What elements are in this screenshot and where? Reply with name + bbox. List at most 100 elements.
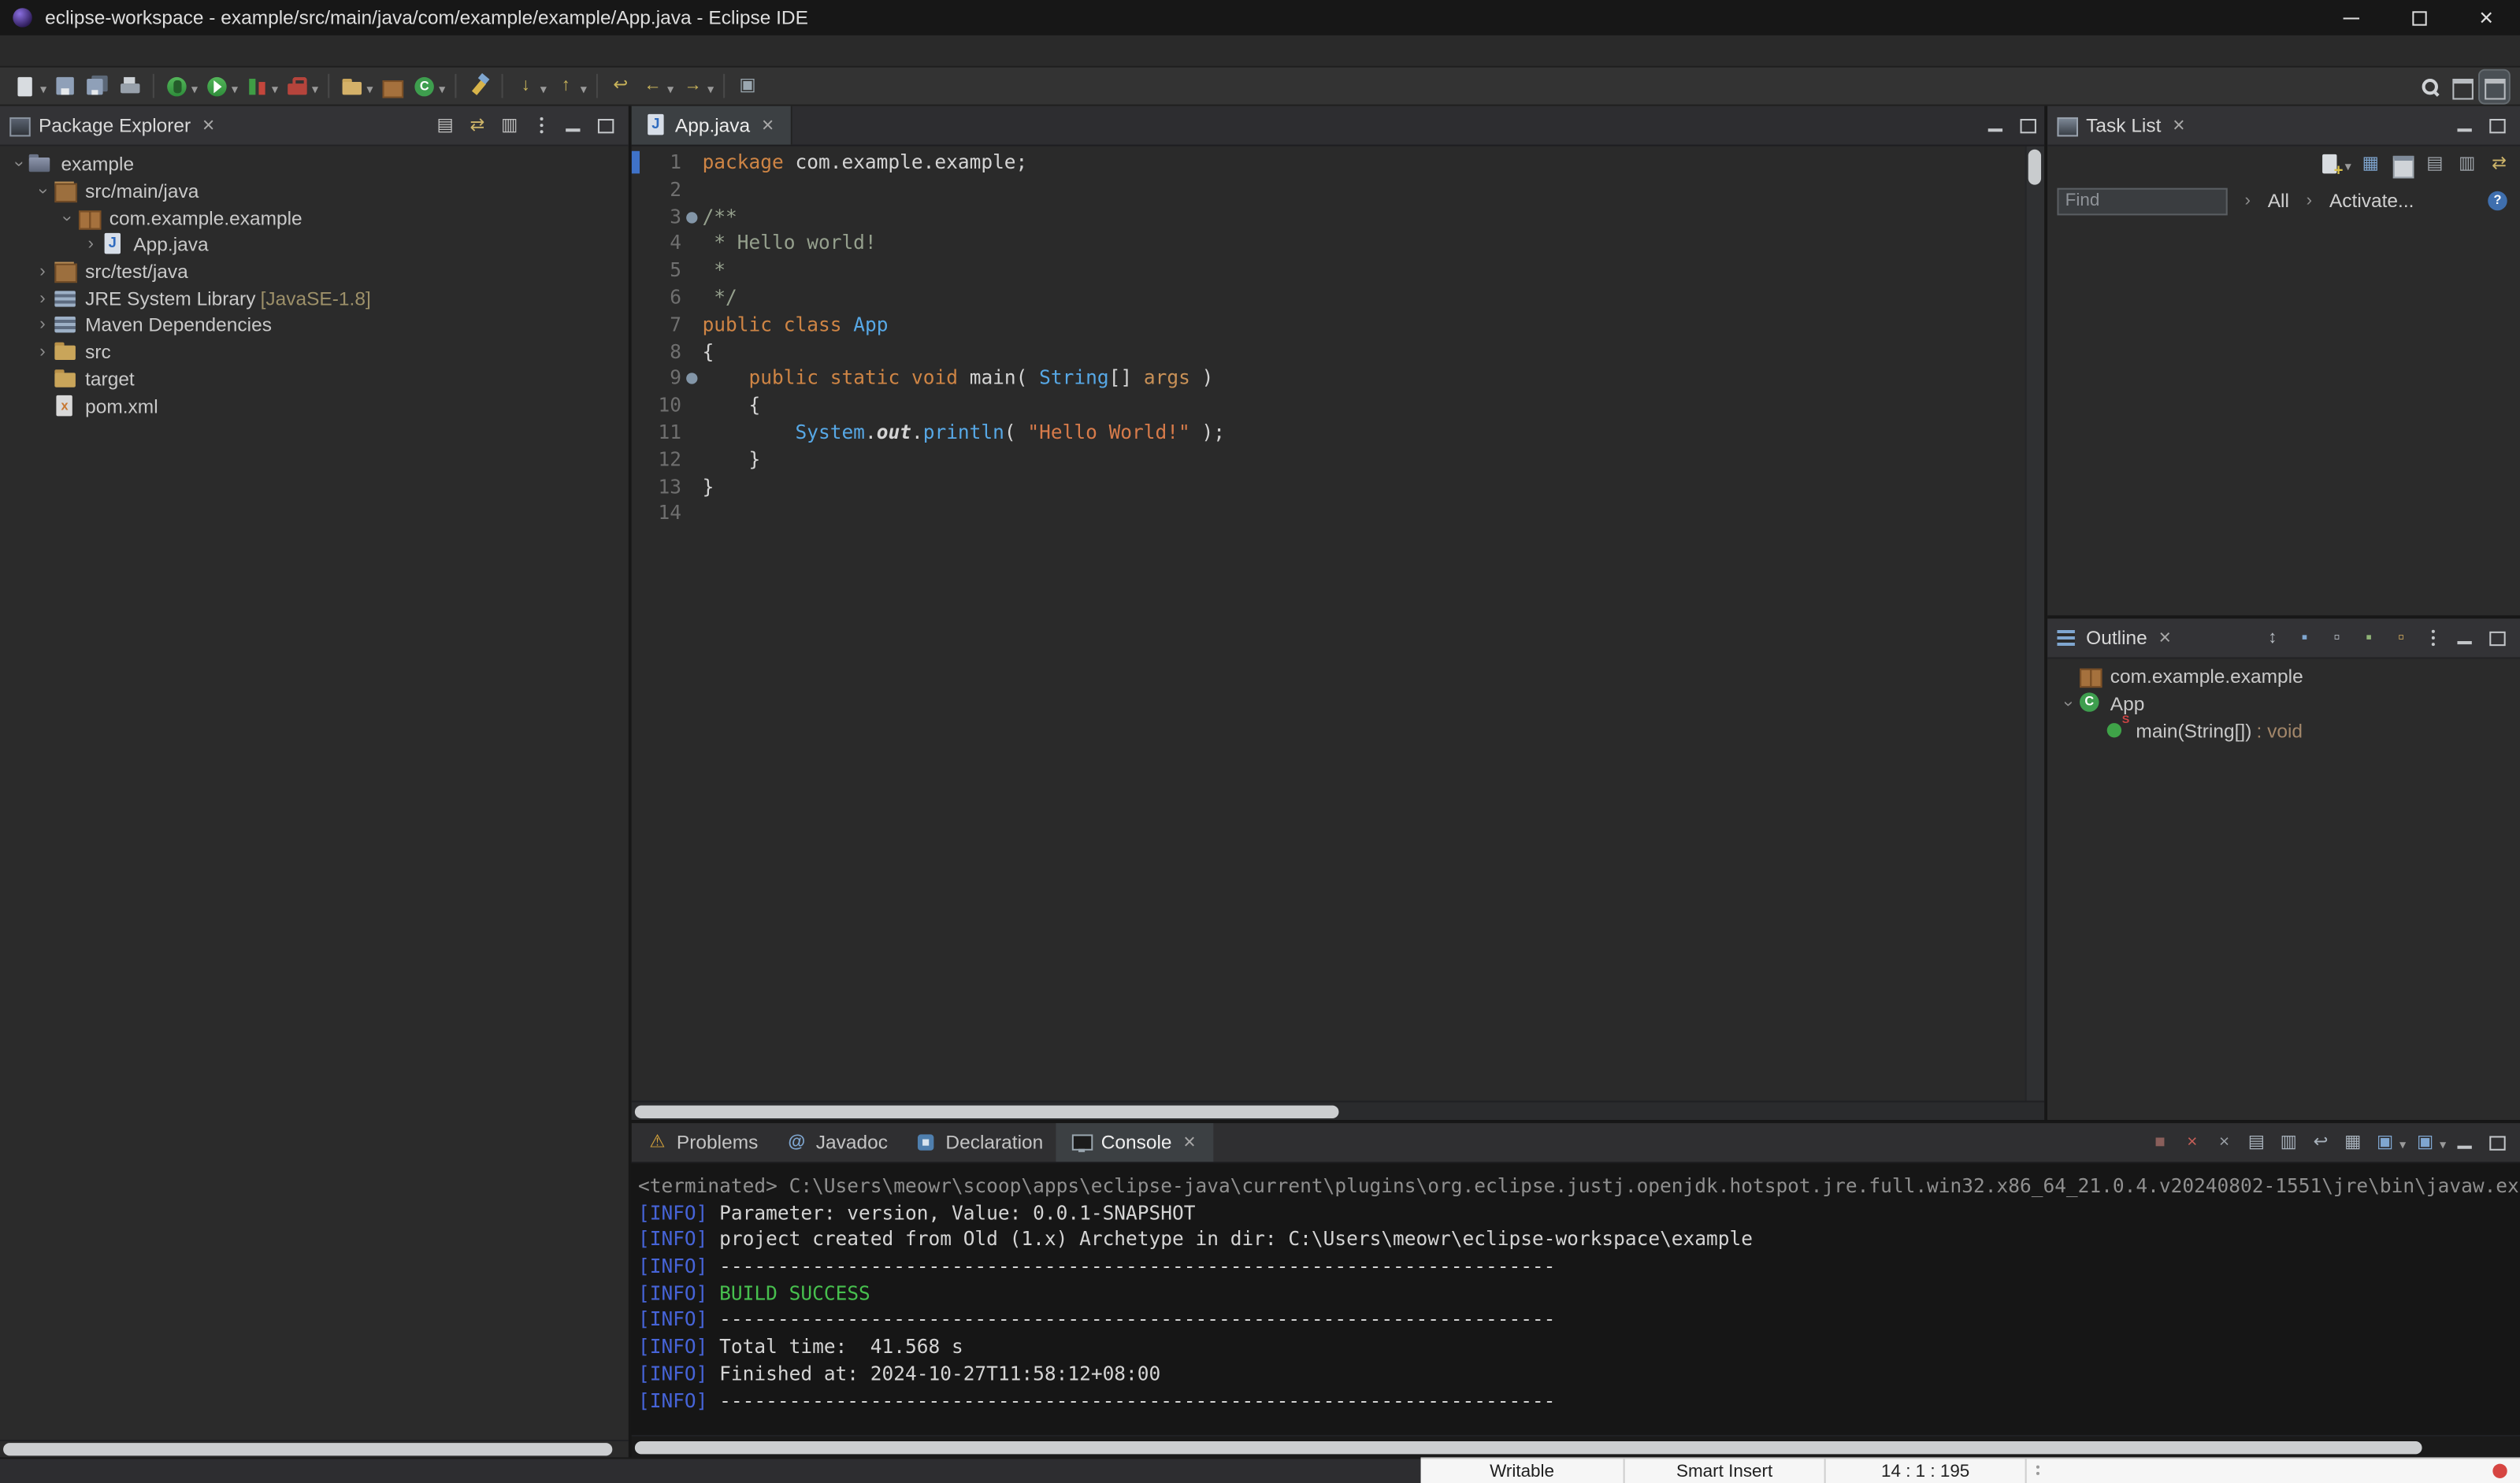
tree-item-com-example-example[interactable]: com.example.example [0,205,629,232]
filter-completed-button[interactable]: ▤ [2421,148,2450,180]
back-button[interactable]: ← [638,70,675,102]
filter-button[interactable]: ▥ [495,109,524,142]
scrollbar-thumb[interactable] [634,1440,2423,1454]
chevron-right-icon[interactable] [2237,191,2258,210]
focus-workweek-button[interactable]: ▥ [2452,148,2481,180]
console-tab-console[interactable]: Console [1056,1123,1214,1162]
fold-marker-icon[interactable] [681,203,703,230]
code-line[interactable]: 14 [632,500,2025,527]
external-tools-button[interactable] [283,70,320,102]
expand-arrow-icon[interactable] [2057,694,2078,713]
tree-item-src-main-java[interactable]: src/main/java [0,178,629,205]
sort-button[interactable]: ↕ [2258,622,2287,654]
dropdown-arrow-icon[interactable] [230,75,238,98]
dropdown-arrow-icon[interactable] [365,75,373,98]
scheduled-view-button[interactable] [2388,148,2418,180]
expand-arrow-icon[interactable] [32,289,54,308]
last-edit-location-button[interactable]: ↩ [606,70,635,102]
expand-arrow-icon[interactable] [80,235,102,254]
coverage-button[interactable] [243,70,280,102]
code-line[interactable]: 3 /** [632,203,2025,230]
fold-marker-icon[interactable] [681,150,703,176]
expand-arrow-icon[interactable] [56,209,77,228]
next-annotation-button[interactable]: ↓ [511,70,548,102]
editor-tab-app-java[interactable]: App.java [631,106,792,145]
maximize-button[interactable] [2483,109,2512,142]
save-all-button[interactable] [84,70,113,102]
fold-marker-icon[interactable] [681,231,703,258]
code-line[interactable]: 2 [632,176,2025,203]
forward-button[interactable]: → [678,70,715,102]
tree-item-target[interactable]: target [0,365,629,392]
vertical-scrollbar[interactable] [2025,146,2045,1101]
fold-marker-icon[interactable] [681,473,703,500]
outline-item-main-string-[interactable]: main(String[]) : void [2047,714,2520,744]
tree-item-pom-xml[interactable]: pom.xml [0,392,629,419]
chevron-right-icon[interactable] [2299,191,2320,210]
dropdown-arrow-icon[interactable] [539,75,547,98]
console-tab-declaration[interactable]: Declaration [900,1123,1056,1162]
code-line[interactable]: 4 * Hello world! [632,231,2025,258]
tree-item-example[interactable]: example [0,151,629,178]
dropdown-arrow-icon[interactable] [579,75,587,98]
pin-console-button[interactable]: ▦ [2338,1126,2367,1159]
fold-marker-icon[interactable] [681,447,703,473]
close-tab-button[interactable] [1178,1131,1201,1154]
minimize-button[interactable] [2451,622,2480,654]
tree-item-maven-dependencies[interactable]: Maven Dependencies [0,312,629,339]
open-console-button[interactable]: ▣ [2411,1126,2448,1159]
link-with-editor-button[interactable]: ⇄ [463,109,492,142]
code-line[interactable]: 8 { [632,339,2025,365]
open-perspective-button[interactable] [2448,70,2477,102]
new-java-project-button[interactable] [338,70,375,102]
close-tab-button[interactable] [756,114,779,137]
maximize-button[interactable] [2013,109,2043,142]
print-button[interactable] [116,70,145,102]
horizontal-scrollbar[interactable] [0,1440,629,1458]
minimize-button[interactable] [2451,109,2480,142]
categorized-view-button[interactable]: ▦ [2356,148,2385,180]
fold-marker-icon[interactable] [681,392,703,419]
close-view-button[interactable] [2154,627,2177,650]
pin-editor-button[interactable]: ▣ [733,70,763,102]
hide-static-members-button[interactable]: ▫ [2322,622,2351,654]
expand-arrow-icon[interactable] [32,316,54,335]
dropdown-arrow-icon[interactable] [310,75,318,98]
minimize-button[interactable] [2451,1126,2480,1159]
code-line[interactable]: 6 */ [632,284,2025,311]
code-line[interactable]: 9 public static void main( String[] args… [632,365,2025,392]
dropdown-arrow-icon[interactable] [39,75,46,98]
all-dropdown[interactable]: All [2268,190,2289,213]
collapse-all-button[interactable]: ▤ [431,109,460,142]
word-wrap-button[interactable]: ↩ [2307,1126,2336,1159]
hide-fields-button[interactable]: ▪ [2290,622,2319,654]
console-tab-javadoc[interactable]: @ Javadoc [771,1123,901,1162]
save-button[interactable] [51,70,80,102]
dropdown-arrow-icon[interactable] [706,75,714,98]
code-line[interactable]: 5 * [632,258,2025,284]
code-line[interactable]: 10 { [632,392,2025,419]
view-menu-button[interactable] [527,109,556,142]
java-perspective-button[interactable] [2477,68,2511,104]
new-wizard-button[interactable] [11,70,48,102]
dropdown-arrow-icon[interactable] [2438,1131,2446,1154]
minimize-button[interactable] [1982,109,2011,142]
clear-console-button[interactable]: ▤ [2242,1126,2271,1159]
search-icon[interactable] [2415,70,2444,102]
console-tab-problems[interactable]: ⚠ Problems [632,1123,771,1162]
console-output[interactable]: <terminated> C:\Users\meowr\scoop\apps\e… [631,1163,2520,1435]
remove-all-launches-button[interactable]: × [2210,1126,2239,1159]
scroll-lock-button[interactable]: ▥ [2274,1126,2303,1159]
window-minimize-button[interactable] [2318,0,2385,35]
code-line[interactable]: 13 } [632,473,2025,500]
expand-arrow-icon[interactable] [8,155,29,174]
fold-marker-icon[interactable] [681,365,703,392]
horizontal-scrollbar[interactable] [631,1434,2520,1458]
outline-item-com-example-example[interactable]: com.example.example [2047,664,2520,691]
help-icon[interactable]: ? [2485,188,2511,214]
dropdown-arrow-icon[interactable] [2398,1131,2406,1154]
expand-arrow-icon[interactable] [32,343,54,361]
code-line[interactable]: 1 package com.example.example; [632,150,2025,176]
code-editor[interactable]: 1 package com.example.example; 2 3 /** 4… [631,146,2045,1101]
expand-arrow-icon[interactable] [32,182,54,201]
